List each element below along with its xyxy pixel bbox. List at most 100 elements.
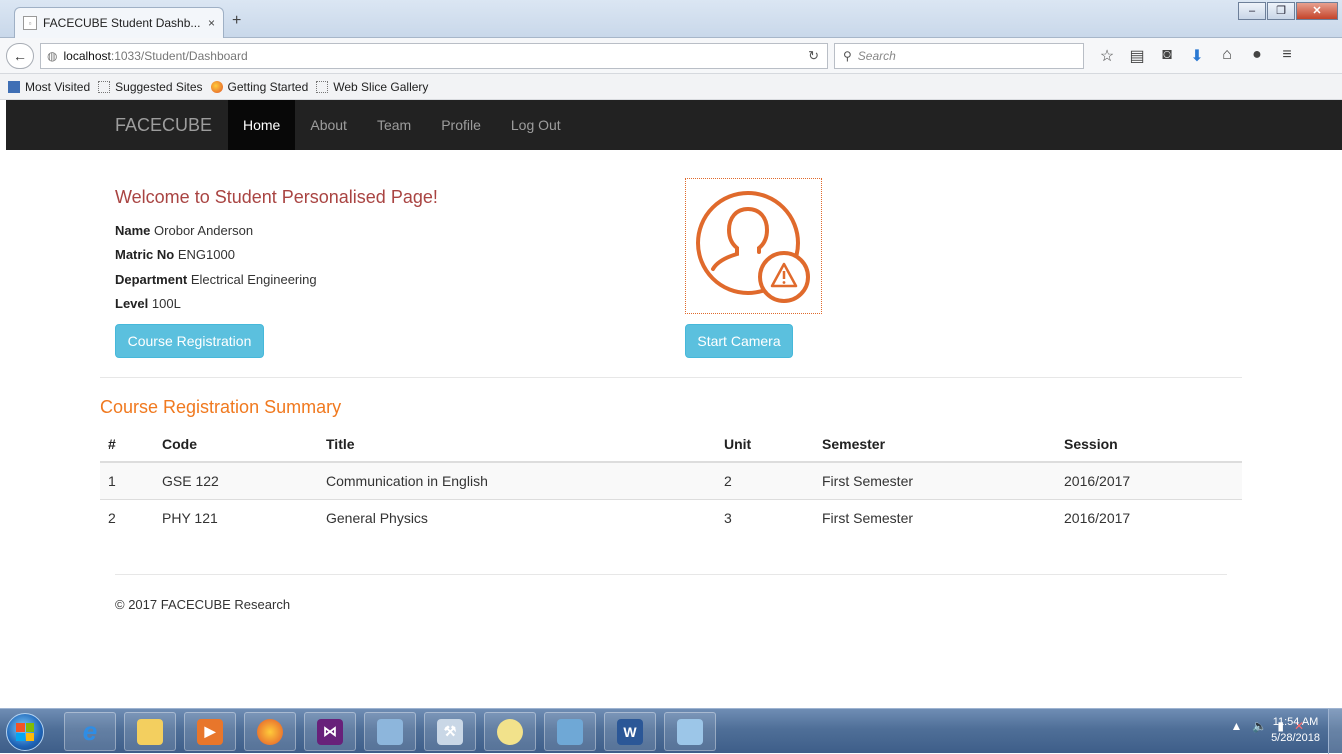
table-header-row: # Code Title Unit Semester Session: [100, 426, 1242, 463]
taskbar-app-6[interactable]: [364, 712, 416, 751]
maximize-button[interactable]: ❐: [1267, 2, 1295, 20]
cell-unit: 2: [716, 461, 814, 499]
cell-session: 2016/2017: [1056, 498, 1242, 536]
taskbar-media[interactable]: ▶: [184, 712, 236, 751]
user-warning-icon: [696, 191, 810, 303]
folder-icon: [316, 80, 329, 93]
department-label: Department: [115, 271, 188, 287]
word-icon: W: [617, 718, 643, 745]
show-desktop-button[interactable]: [1328, 709, 1342, 754]
name-value: Orobor Anderson: [154, 223, 254, 238]
header-index: #: [100, 426, 154, 463]
taskbar-app-8[interactable]: [484, 712, 536, 751]
info-department: Department Electrical Engineering: [115, 268, 317, 292]
brand-logo[interactable]: FACECUBE: [115, 115, 212, 136]
window-icon: [677, 718, 703, 745]
search-input[interactable]: ⚲ Search: [834, 43, 1084, 69]
search-placeholder: Search: [857, 49, 896, 63]
download-icon[interactable]: ⬇: [1182, 46, 1212, 66]
chat-icon[interactable]: ●: [1242, 46, 1272, 66]
browser-toolbar: ← ◍ localhost:1033/Student/Dashboard ↻ ⚲…: [0, 38, 1342, 74]
bookmark-getting-started[interactable]: Getting Started: [210, 80, 308, 94]
folder-icon: [137, 718, 163, 745]
new-tab-button[interactable]: +: [232, 12, 241, 30]
table-row: 1 GSE 122 Communication in English 2 Fir…: [100, 461, 1242, 499]
matric-value: ENG1000: [177, 247, 235, 263]
header-title: Title: [318, 426, 716, 463]
reload-icon[interactable]: ↻: [808, 48, 819, 64]
firefox-icon: [210, 80, 223, 93]
address-bar[interactable]: ◍ localhost:1033/Student/Dashboard ↻: [40, 43, 828, 69]
info-matric: Matric No ENG1000: [115, 243, 317, 267]
reading-list-icon[interactable]: ▤: [1122, 46, 1152, 66]
bookmark-star-icon[interactable]: ☆: [1092, 46, 1122, 66]
cell-title: Communication in English: [318, 461, 716, 499]
bookmark-label: Most Visited: [25, 79, 91, 94]
nav-logout[interactable]: Log Out: [496, 100, 576, 150]
browser-tabstrip: ▫ FACECUBE Student Dashb... × + – ❐ ✕: [0, 0, 1342, 38]
bookmarks-bar: Most Visited Suggested Sites Getting Sta…: [0, 74, 1342, 100]
department-value: Electrical Engineering: [190, 271, 317, 287]
volume-icon[interactable]: 🔈: [1252, 719, 1267, 733]
nav-profile[interactable]: Profile: [426, 100, 496, 150]
nav-home[interactable]: Home: [228, 100, 296, 150]
clock-time: 11:54 AM: [1272, 716, 1319, 728]
site-info-icon[interactable]: ◍: [47, 49, 57, 63]
taskbar-app-9[interactable]: [544, 712, 596, 751]
nav-team[interactable]: Team: [362, 100, 426, 150]
student-info: Name Orobor Anderson Matric No ENG1000 D…: [115, 219, 317, 316]
back-button[interactable]: ←: [6, 43, 34, 69]
header-code: Code: [154, 426, 318, 463]
bookmark-most-visited[interactable]: Most Visited: [8, 80, 90, 94]
cell-code: PHY 121: [154, 498, 318, 536]
cell-index: 2: [100, 498, 154, 536]
taskbar-firefox[interactable]: [244, 712, 296, 751]
nav-about[interactable]: About: [295, 100, 362, 150]
atom-icon: [497, 718, 523, 745]
visual-studio-icon: ⋈: [317, 718, 343, 745]
taskbar-ie[interactable]: e: [64, 712, 116, 751]
tools-icon: ⚒: [437, 718, 463, 745]
tab-title: FACECUBE Student Dashb...: [43, 16, 201, 30]
folder-icon: [98, 80, 111, 93]
cell-title: General Physics: [318, 498, 716, 536]
course-registration-button[interactable]: Course Registration: [115, 324, 264, 358]
home-icon[interactable]: ⌂: [1212, 46, 1242, 66]
summary-heading: Course Registration Summary: [100, 397, 342, 417]
taskbar-explorer[interactable]: [124, 712, 176, 751]
taskbar-app-7[interactable]: ⚒: [424, 712, 476, 751]
page-icon: ▫: [23, 16, 37, 30]
close-window-button[interactable]: ✕: [1296, 2, 1338, 20]
menu-icon[interactable]: ≡: [1272, 46, 1302, 66]
taskbar-app-11[interactable]: [664, 712, 716, 751]
matric-label: Matric No: [115, 247, 175, 263]
start-button[interactable]: [6, 713, 44, 751]
footer-divider: [115, 574, 1227, 575]
minimize-button[interactable]: –: [1238, 2, 1266, 20]
show-hidden-icons-icon[interactable]: ▲: [1230, 719, 1242, 733]
course-summary-table: # Code Title Unit Semester Session 1 GSE…: [100, 426, 1242, 536]
url-host: localhost: [63, 49, 111, 63]
monitor-icon: [377, 718, 403, 745]
level-value: 100L: [151, 295, 181, 311]
name-label: Name: [115, 223, 151, 238]
taskbar-visual-studio[interactable]: ⋈: [304, 712, 356, 751]
pocket-icon[interactable]: ◙: [1152, 46, 1182, 66]
start-camera-button[interactable]: Start Camera: [685, 324, 793, 358]
windows-taskbar: e ▶ ⋈ ⚒ W ▲ 🔈 ▮ ✕ 11:54 AM 5/28/2018: [0, 708, 1342, 754]
header-session: Session: [1056, 426, 1242, 463]
bookmark-suggested-sites[interactable]: Suggested Sites: [98, 79, 203, 94]
nav-links: Home About Team Profile Log Out: [228, 100, 576, 150]
window-controls: – ❐ ✕: [1237, 2, 1338, 20]
site-navbar: FACECUBE Home About Team Profile Log Out: [6, 100, 1342, 150]
windows-logo-icon: [16, 723, 34, 741]
bookmark-label: Suggested Sites: [115, 79, 203, 94]
close-tab-icon[interactable]: ×: [208, 16, 215, 30]
table-row: 2 PHY 121 General Physics 3 First Semest…: [100, 498, 1242, 536]
browser-tab[interactable]: ▫ FACECUBE Student Dashb... ×: [14, 7, 224, 38]
welcome-heading: Welcome to Student Personalised Page!: [115, 187, 438, 207]
bookmark-web-slice-gallery[interactable]: Web Slice Gallery: [316, 80, 428, 94]
header-semester: Semester: [814, 426, 1056, 463]
taskbar-clock[interactable]: 11:54 AM 5/28/2018: [1271, 714, 1320, 746]
taskbar-word[interactable]: W: [604, 712, 656, 751]
